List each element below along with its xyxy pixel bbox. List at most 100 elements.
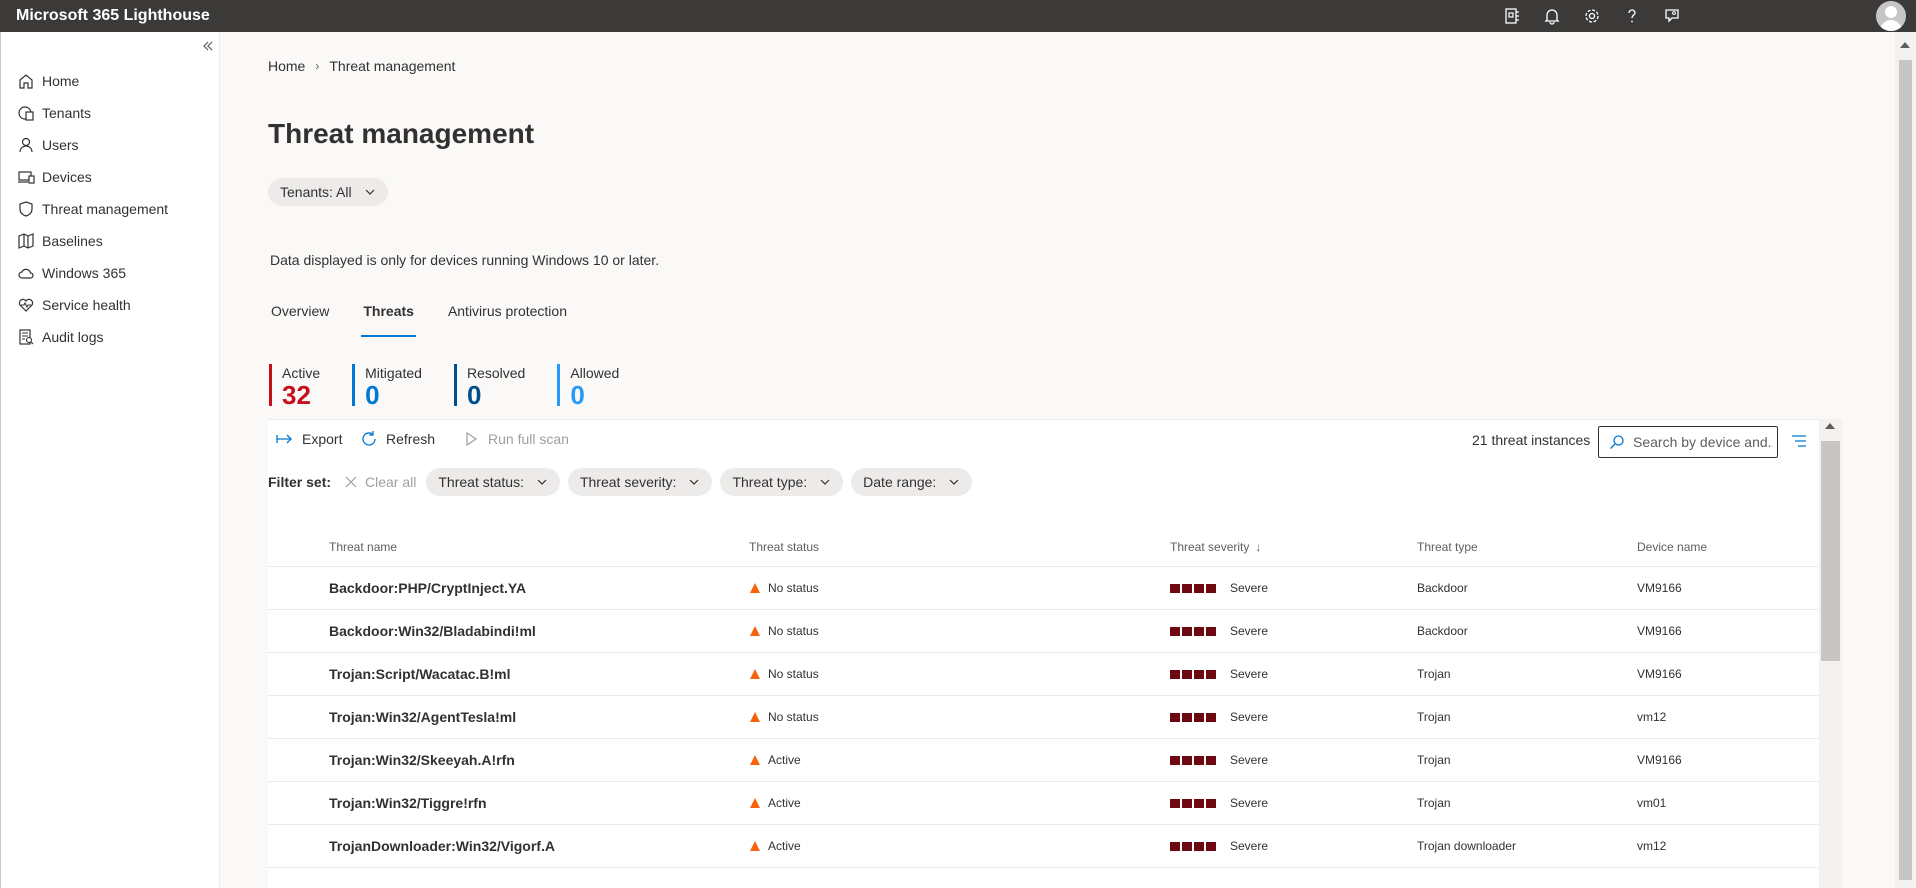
page-scrollbar[interactable] <box>1895 32 1916 888</box>
threat-status-text: No status <box>768 667 819 681</box>
sidebar-item-users[interactable]: Users <box>1 129 220 161</box>
column-header-threat-name[interactable]: Threat name <box>329 540 397 554</box>
table-row[interactable]: Backdoor:PHP/CryptInject.YA No status Seve… <box>268 567 1819 610</box>
column-header-threat-status[interactable]: Threat status <box>749 540 819 554</box>
threat-name-cell[interactable]: Trojan:Win32/Skeeyah.A!rfn <box>329 752 515 768</box>
threat-name-cell[interactable]: Backdoor:Win32/Bladabindi!ml <box>329 623 536 639</box>
column-header-device-name[interactable]: Device name <box>1637 540 1707 554</box>
export-icon <box>276 434 292 444</box>
help-icon[interactable] <box>1612 0 1652 32</box>
export-label: Export <box>302 431 343 447</box>
tab-overview[interactable]: Overview <box>269 297 331 333</box>
chevron-down-icon <box>537 479 547 485</box>
map-icon <box>17 232 35 250</box>
chevron-down-icon <box>690 479 699 485</box>
severity-bars-icon <box>1170 712 1218 722</box>
threat-type-cell: Trojan <box>1417 667 1451 681</box>
breadcrumb: Home › Threat management <box>268 58 455 74</box>
threat-name-cell[interactable]: Trojan:Script/Wacatac.B!ml <box>329 666 511 682</box>
heart-icon <box>17 296 35 314</box>
run-full-scan-button[interactable]: Run full scan <box>462 430 569 448</box>
sidebar-item-label: Home <box>42 73 80 89</box>
feedback-icon[interactable] <box>1652 0 1692 32</box>
date-range-filter[interactable]: Date range: <box>851 468 973 496</box>
table-row[interactable]: TrojanDownloader:Win32/Vigorf.A Active Sev… <box>268 825 1819 868</box>
chevron-down-icon <box>820 479 830 485</box>
warning-icon <box>750 755 760 765</box>
filter-bar: Filter set: Clear all Threat status: Thr… <box>268 462 980 502</box>
threat-type-filter[interactable]: Threat type: <box>720 468 844 496</box>
threat-status-cell: No status <box>749 667 819 681</box>
threat-status-cell: Active <box>749 839 801 853</box>
table-row[interactable]: Trojan:Script/Wacatac.B!ml No status Sever… <box>268 653 1819 696</box>
threat-severity-text: Severe <box>1230 624 1269 638</box>
table-row[interactable]: Trojan:Win32/AgentTesla!ml No status Sever… <box>268 696 1819 739</box>
page-title: Threat management <box>268 118 535 149</box>
clear-all-label: Clear all <box>365 474 417 490</box>
home-icon <box>17 72 35 90</box>
column-options-icon[interactable] <box>1790 432 1808 450</box>
tab-antivirus-protection[interactable]: Antivirus protection <box>446 297 569 333</box>
bell-icon[interactable] <box>1532 0 1572 32</box>
scroll-up-icon[interactable] <box>1900 42 1910 48</box>
threat-severity-text: Severe <box>1230 581 1269 595</box>
clear-all-button[interactable]: Clear all <box>345 474 416 490</box>
sidebar-item-tenants[interactable]: Tenants <box>1 97 220 129</box>
column-header-threat-type[interactable]: Threat type <box>1417 540 1478 554</box>
threat-status-cell: No status <box>749 581 819 595</box>
scroll-thumb[interactable] <box>1899 60 1912 880</box>
threat-type-cell: Trojan <box>1417 796 1451 810</box>
search-input[interactable] <box>1633 434 1773 450</box>
sidebar-item-devices[interactable]: Devices <box>1 161 220 193</box>
threat-severity-cell: Severe <box>1170 624 1268 638</box>
device-name-cell: VM9166 <box>1637 581 1682 595</box>
app-launcher-icon[interactable] <box>1492 0 1532 32</box>
severity-bars-icon <box>1170 669 1218 679</box>
threat-name-cell[interactable]: Trojan:Win32/Tiggre!rfn <box>329 795 487 811</box>
breadcrumb-home[interactable]: Home <box>268 58 305 74</box>
filter-pill-label: Date range: <box>863 474 937 490</box>
search-box[interactable] <box>1598 426 1778 458</box>
sidebar-item-home[interactable]: Home <box>1 65 220 97</box>
threat-severity-cell: Severe <box>1170 710 1268 724</box>
threat-name-cell[interactable]: TrojanDownloader:Win32/Vigorf.A <box>329 838 555 854</box>
app-title[interactable]: Microsoft 365 Lighthouse <box>0 7 210 25</box>
table-scrollbar[interactable] <box>1819 419 1842 888</box>
threat-type-cell: Backdoor <box>1417 581 1468 595</box>
threat-type-cell: Trojan <box>1417 753 1451 767</box>
table-row[interactable]: Backdoor:Win32/Bladabindi!ml No status Sev… <box>268 610 1819 653</box>
sidebar-item-audit-logs[interactable]: Audit logs <box>1 321 220 353</box>
sidebar-item-service-health[interactable]: Service health <box>1 289 220 321</box>
threat-severity-filter[interactable]: Threat severity: <box>567 468 713 496</box>
threat-severity-text: Severe <box>1230 667 1269 681</box>
sidebar-item-windows-365[interactable]: Windows 365 <box>1 257 220 289</box>
sort-descending-icon: ↓ <box>1255 539 1262 554</box>
threat-status-filter[interactable]: Threat status: <box>426 468 560 496</box>
collapse-nav-button[interactable] <box>200 38 216 54</box>
table-row[interactable]: Trojan:Win32/Tiggre!rfn Active Severe Troja… <box>268 782 1819 825</box>
threat-type-cell: Trojan downloader <box>1417 839 1516 853</box>
warning-icon <box>750 669 760 679</box>
threat-name-cell[interactable]: Backdoor:PHP/CryptInject.YA <box>329 580 526 596</box>
cloud-icon <box>17 264 35 282</box>
tenants-filter-dropdown[interactable]: Tenants: All <box>268 178 388 206</box>
threat-name-cell[interactable]: Trojan:Win32/AgentTesla!ml <box>329 709 516 725</box>
tab-threats[interactable]: Threats <box>361 297 416 337</box>
column-header-threat-severity[interactable]: Threat severity ↓ <box>1170 540 1261 554</box>
sidebar-item-label: Service health <box>42 297 131 313</box>
filter-pill-label: Threat severity: <box>579 474 677 490</box>
refresh-button[interactable]: Refresh <box>360 430 435 448</box>
table-row[interactable]: Trojan:Win32/Skeeyah.A!rfn Active Severe Tr… <box>268 739 1819 782</box>
gear-icon[interactable] <box>1572 0 1612 32</box>
scroll-up-icon[interactable] <box>1825 423 1835 429</box>
sidebar-item-threat-management[interactable]: Threat management <box>1 193 220 225</box>
search-icon <box>1610 435 1624 449</box>
export-button[interactable]: Export <box>276 430 342 448</box>
sidebar-item-baselines[interactable]: Baselines <box>1 225 220 257</box>
sidebar: Home Tenants Users Devices Threat manage… <box>0 32 220 888</box>
device-name-cell: VM9166 <box>1637 667 1682 681</box>
avatar[interactable] <box>1876 1 1906 31</box>
scroll-thumb[interactable] <box>1821 441 1840 661</box>
warning-icon <box>750 798 760 808</box>
device-name-cell: vm01 <box>1637 796 1667 810</box>
